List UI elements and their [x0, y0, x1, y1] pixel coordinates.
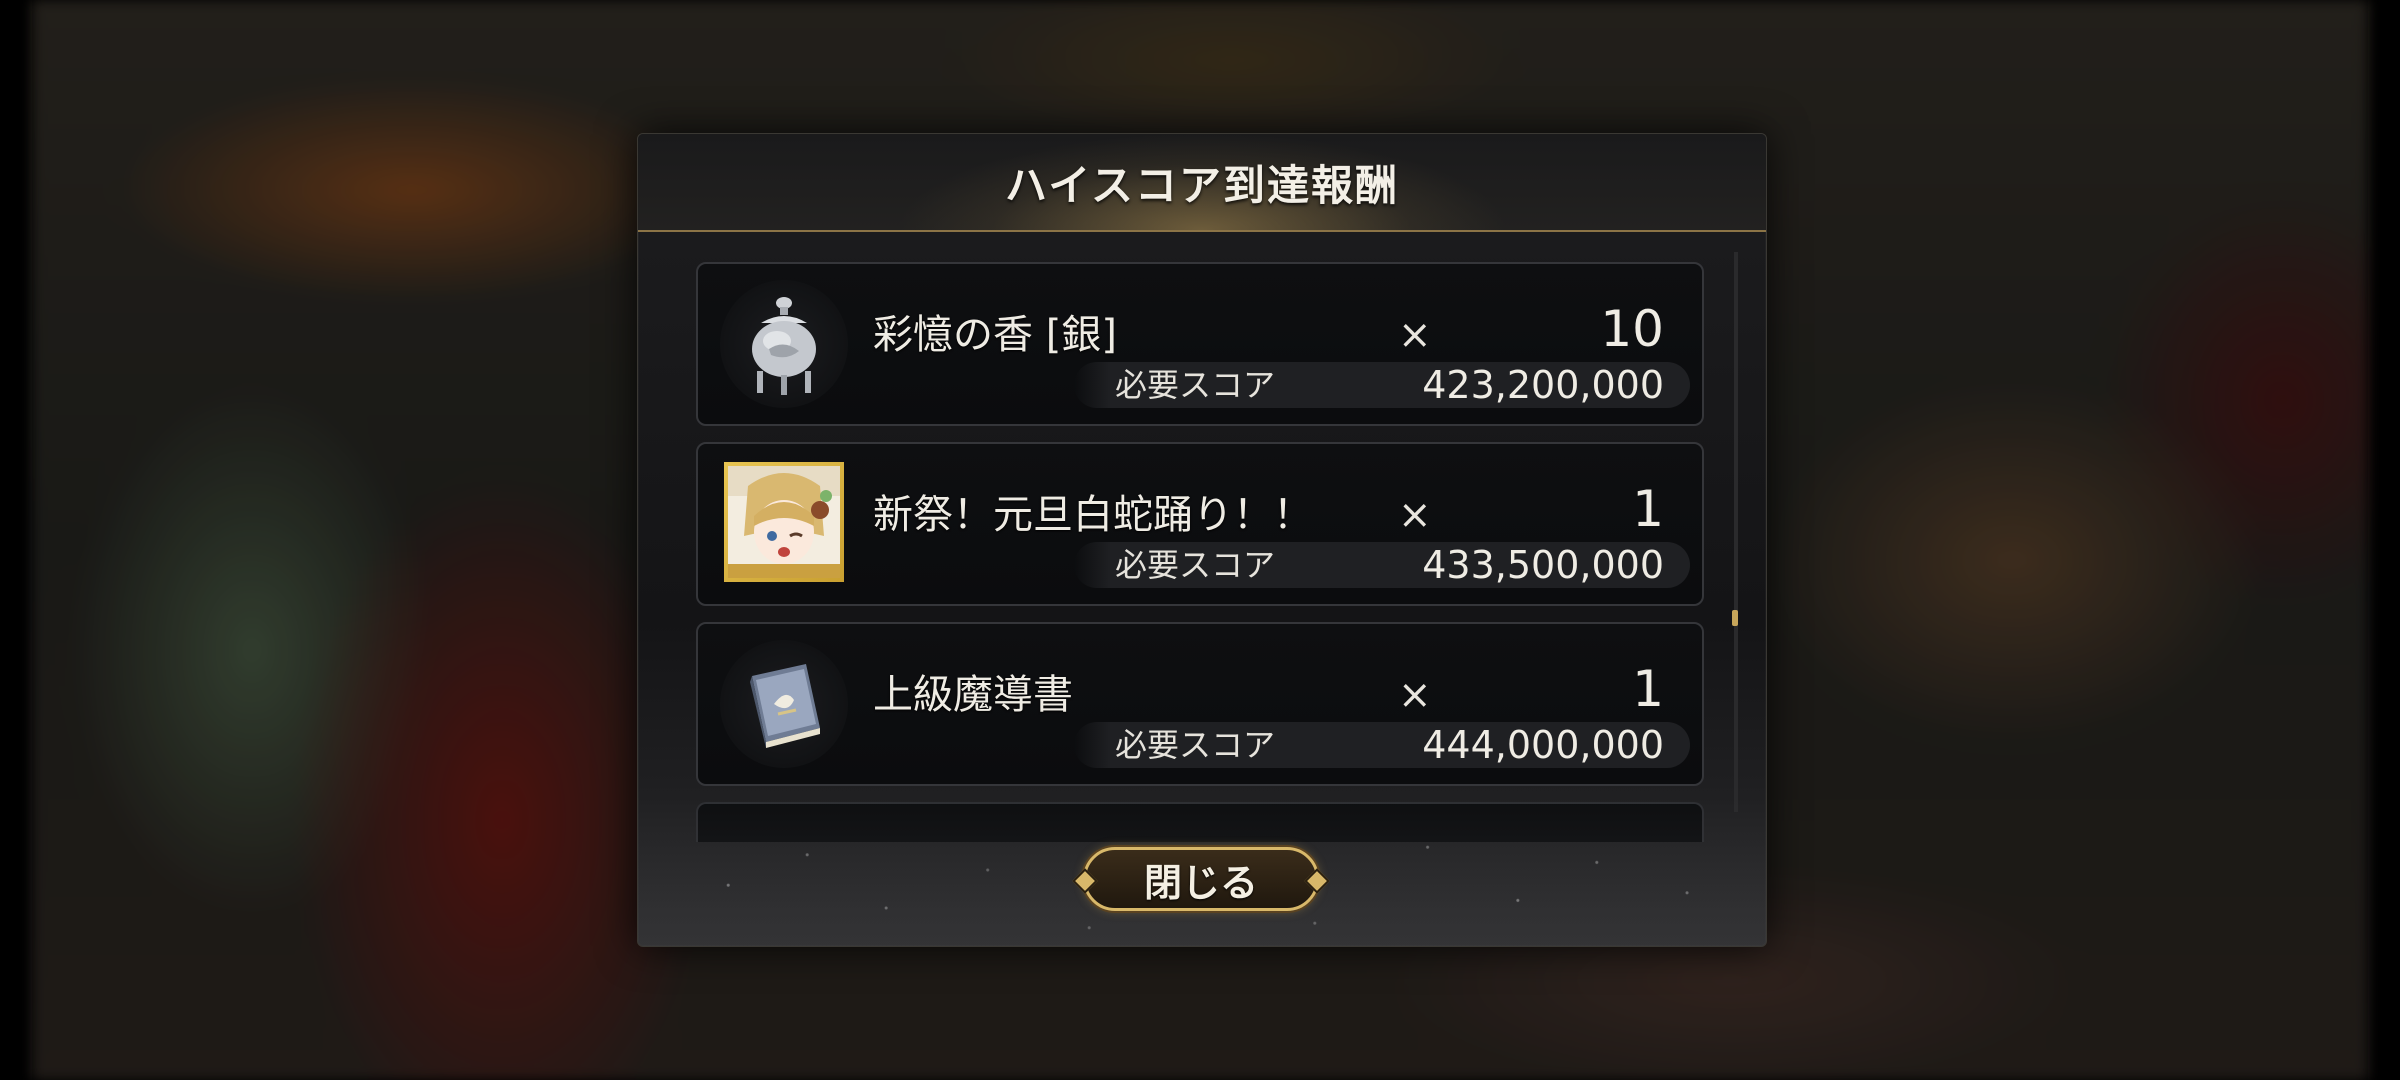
- required-score-value: 444,000,000: [1422, 723, 1664, 767]
- reward-item: 上級魔導書 × 1 必要スコア 444,000,000: [696, 622, 1704, 786]
- multiply-sign: ×: [1398, 312, 1432, 358]
- scrollbar-thumb[interactable]: [1732, 610, 1738, 626]
- reward-quantity: 10: [1600, 300, 1664, 358]
- required-score-label: 必要スコア: [1115, 366, 1276, 404]
- multiply-sign: ×: [1398, 672, 1432, 718]
- reward-item-name: 彩憶の香 [銀]: [873, 312, 1117, 358]
- character-card-thumbnail: [724, 462, 844, 582]
- dialog-title: ハイスコア到達報酬: [1005, 160, 1399, 210]
- required-score-label: 必要スコア: [1115, 726, 1276, 764]
- reward-item: 新祭！元旦白蛇踊り！！ × 1 必要スコア 433,500,000: [696, 442, 1704, 606]
- silver-incense-burner-icon: [720, 280, 848, 408]
- scrollbar-track[interactable]: [1734, 252, 1738, 812]
- required-score-label: 必要スコア: [1115, 546, 1276, 584]
- reward-item-name: 新祭！元旦白蛇踊り！！: [873, 492, 1313, 538]
- reward-quantity: 1: [1632, 480, 1664, 538]
- reward-quantity: 1: [1632, 660, 1664, 718]
- required-score-bar: 必要スコア 444,000,000: [1074, 722, 1690, 768]
- multiply-sign: ×: [1398, 492, 1432, 538]
- close-button-label: 閉じる: [1143, 860, 1258, 905]
- required-score-bar: 必要スコア 423,200,000: [1074, 362, 1690, 408]
- close-button[interactable]: 閉じる: [1072, 847, 1330, 911]
- required-score-value: 423,200,000: [1422, 363, 1664, 407]
- grimoire-book-icon: [720, 640, 848, 768]
- required-score-bar: 必要スコア 433,500,000: [1074, 542, 1690, 588]
- reward-item: 彩憶の香 [銀] × 10 必要スコア 423,200,000: [696, 262, 1704, 426]
- reward-item-name: 上級魔導書: [873, 672, 1073, 718]
- required-score-value: 433,500,000: [1422, 543, 1664, 587]
- highscore-reward-dialog: ハイスコア到達報酬 彩憶の香 [銀] × 10 必要スコア 423,200,00…: [637, 133, 1767, 947]
